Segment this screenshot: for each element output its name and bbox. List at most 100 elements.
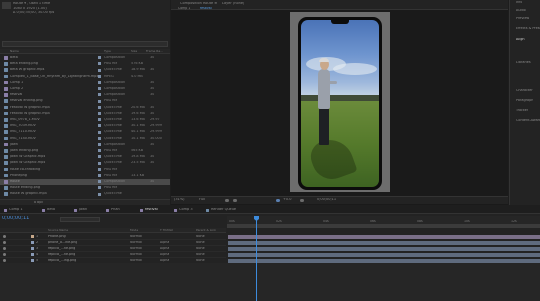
col-parent[interactable]: Parent & Link bbox=[196, 229, 216, 232]
right-panel-libraries[interactable]: Libraries bbox=[516, 61, 531, 64]
right-panel-preview[interactable]: Preview bbox=[516, 17, 529, 20]
timeline-layer-row[interactable]: 2 phone_o...ine.png Normal Alpha None bbox=[0, 240, 226, 246]
layer-trkmat-dropdown[interactable]: Alpha bbox=[160, 259, 169, 262]
project-item[interactable]: IMG_0978_1.MOV QuickTime 13.6 MB 29.97 bbox=[0, 117, 170, 123]
layer-source-name[interactable]: replica_...ne.png bbox=[48, 253, 75, 256]
label-color-swatch[interactable] bbox=[98, 68, 101, 72]
layer-parent-dropdown[interactable]: None bbox=[196, 259, 205, 262]
label-color-swatch[interactable] bbox=[98, 124, 101, 128]
timeline-tab-jawn[interactable]: Jawn bbox=[79, 208, 87, 212]
label-color-swatch[interactable] bbox=[98, 74, 101, 78]
region-of-interest-icon[interactable] bbox=[225, 198, 229, 202]
layer-mode-dropdown[interactable]: Normal bbox=[130, 253, 142, 256]
project-item[interactable]: Route ending.png PNG file bbox=[0, 185, 170, 191]
label-color-swatch[interactable] bbox=[98, 111, 101, 115]
timeline-tab-beta[interactable]: Beta bbox=[47, 208, 55, 212]
layer-label-color[interactable] bbox=[31, 235, 34, 239]
right-panel-paragraph[interactable]: Paragraph bbox=[516, 99, 533, 102]
layer-duration-bar[interactable] bbox=[228, 246, 540, 251]
label-color-swatch[interactable] bbox=[98, 130, 101, 134]
layer-label-color[interactable] bbox=[31, 247, 34, 251]
layer-trkmat-dropdown[interactable]: Alpha bbox=[160, 241, 169, 244]
label-color-swatch[interactable] bbox=[98, 161, 101, 165]
project-item[interactable]: beta ending.png PNG file 576 KB bbox=[0, 61, 170, 67]
col-mode[interactable]: Mode bbox=[130, 229, 138, 232]
project-item[interactable]: Jawn W Graphic.mp4 QuickTime 19.8 MB 30 bbox=[0, 154, 170, 160]
layer-parent-dropdown[interactable]: None bbox=[196, 235, 205, 238]
exposure-value[interactable]: +0.0 bbox=[283, 198, 292, 202]
layer-label-color[interactable] bbox=[31, 259, 34, 263]
project-item[interactable]: Comp 1 Composition 30 bbox=[0, 80, 170, 86]
breadcrumb-festival[interactable]: festival bbox=[200, 7, 212, 10]
label-color-swatch[interactable] bbox=[98, 186, 101, 190]
exposure-icon[interactable] bbox=[276, 198, 280, 202]
right-panel-align[interactable]: Align bbox=[516, 38, 525, 41]
label-color-swatch[interactable] bbox=[98, 155, 101, 159]
timeline-layer-row[interactable]: 1 Phone.png Normal None bbox=[0, 234, 226, 240]
layer-trkmat-dropdown[interactable]: Alpha bbox=[160, 253, 169, 256]
col-trkmat[interactable]: T TrkMat bbox=[160, 229, 173, 232]
timeline-tab-festival[interactable]: festival bbox=[145, 208, 158, 212]
project-item[interactable]: jawn Composition 30 bbox=[0, 142, 170, 148]
visibility-eye-icon[interactable] bbox=[3, 247, 6, 251]
label-color-swatch[interactable] bbox=[98, 192, 101, 196]
project-item[interactable]: Festival W graphic.mp4 QuickTime 20.6 MB 30 bbox=[0, 105, 170, 111]
layer-parent-dropdown[interactable]: None bbox=[196, 241, 205, 244]
label-color-swatch[interactable] bbox=[98, 180, 101, 184]
breadcrumb-comp1[interactable]: Comp 1 bbox=[178, 7, 190, 10]
label-color-swatch[interactable] bbox=[98, 149, 101, 153]
project-item[interactable]: festival ending.png PNG file bbox=[0, 98, 170, 104]
label-color-swatch[interactable] bbox=[98, 118, 101, 122]
zoom-dropdown[interactable]: (31%) bbox=[174, 198, 185, 202]
right-panel-audio[interactable]: Audio bbox=[516, 9, 526, 12]
visibility-eye-icon[interactable] bbox=[3, 235, 6, 239]
visibility-eye-icon[interactable] bbox=[3, 253, 6, 257]
layer-source-name[interactable]: phone_o...ine.png bbox=[48, 241, 77, 244]
bpc-indicator[interactable]: 8 bpc bbox=[34, 201, 43, 204]
project-item[interactable]: Jawn W Graphic.mp4 QuickTime 23.5 MB 30 bbox=[0, 160, 170, 166]
label-color-swatch[interactable] bbox=[98, 62, 101, 66]
layer-trkmat-dropdown[interactable]: Alpha bbox=[160, 247, 169, 250]
layer-duration-bar[interactable] bbox=[228, 234, 540, 239]
col-size[interactable]: Size bbox=[131, 50, 137, 53]
layer-label-color[interactable] bbox=[31, 253, 34, 257]
tab-layer[interactable]: Layer (none) bbox=[222, 2, 244, 6]
project-item[interactable]: jawn ending.png PNG file 565 KB bbox=[0, 148, 170, 154]
label-color-swatch[interactable] bbox=[98, 173, 101, 177]
project-item[interactable]: route co-throwing PNG file bbox=[0, 167, 170, 173]
project-item[interactable]: Beta Composition 30 bbox=[0, 55, 170, 61]
project-item[interactable]: IMG_7110.MOV QuickTime 40.1 MB 29.999 bbox=[0, 129, 170, 135]
label-color-swatch[interactable] bbox=[98, 56, 101, 60]
layer-duration-bar[interactable] bbox=[228, 252, 540, 257]
timeline-tab-phan[interactable]: Phan bbox=[111, 208, 120, 212]
label-color-swatch[interactable] bbox=[98, 105, 101, 109]
project-item[interactable]: festival Composition 30 bbox=[0, 92, 170, 98]
layer-duration-bar[interactable] bbox=[228, 240, 540, 245]
project-item[interactable]: Route W graphic.mp4 QuickTime bbox=[0, 191, 170, 197]
right-panel-effects-presets[interactable]: Effects & Presets bbox=[516, 27, 540, 30]
layer-source-name[interactable]: Phone.png bbox=[48, 235, 66, 238]
layer-source-name[interactable]: replica_...ne.png bbox=[48, 247, 75, 250]
col-source-name[interactable]: Source Name bbox=[48, 229, 68, 232]
layer-label-color[interactable] bbox=[31, 241, 34, 245]
timeline-layer-row[interactable]: 3 replica_...ne.png Normal Alpha None bbox=[0, 246, 226, 252]
layer-mode-dropdown[interactable]: Normal bbox=[130, 259, 142, 262]
project-item[interactable]: beta W graphic.mp4 QuickTime 18.9 MB 30 bbox=[0, 67, 170, 73]
project-item[interactable]: Festival W graphic.mp4 QuickTime 19.6 MB 30 bbox=[0, 111, 170, 117]
label-color-swatch[interactable] bbox=[98, 80, 101, 84]
layer-parent-dropdown[interactable]: None bbox=[196, 253, 205, 256]
label-color-swatch[interactable] bbox=[98, 93, 101, 97]
layer-mode-dropdown[interactable]: Normal bbox=[130, 235, 142, 238]
layer-mode-dropdown[interactable]: Normal bbox=[130, 241, 142, 244]
timeline-layer-row[interactable]: 4 replica_...ne.png Normal Alpha None bbox=[0, 252, 226, 258]
project-item[interactable]: IMG_7039.MOV QuickTime 30.1 MB 29.999 bbox=[0, 123, 170, 129]
layer-parent-dropdown[interactable]: None bbox=[196, 247, 205, 250]
project-item[interactable]: IMG_7140.MOV QuickTime 10.1 MB 30.000 bbox=[0, 136, 170, 142]
label-color-swatch[interactable] bbox=[98, 99, 101, 103]
transparency-grid-icon[interactable] bbox=[233, 198, 237, 202]
right-panel-tracker[interactable]: Tracker bbox=[516, 109, 528, 112]
timeline-tab-comp-1[interactable]: Comp 1 bbox=[9, 208, 23, 212]
project-item[interactable]: Route Composition 30 bbox=[0, 179, 170, 185]
tab-composition-route[interactable]: Composition Route ≡ bbox=[180, 2, 217, 6]
col-name[interactable]: Name bbox=[10, 50, 19, 53]
